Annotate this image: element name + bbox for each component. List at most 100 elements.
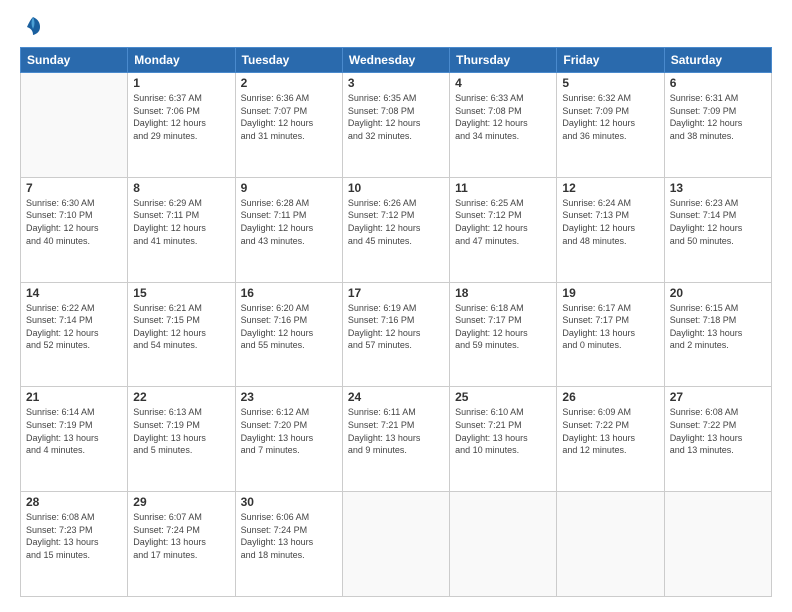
logo-icon (22, 15, 44, 37)
calendar-cell: 6 Sunrise: 6:31 AM Sunset: 7:09 PM Daylig… (664, 73, 771, 178)
day-info: Sunrise: 6:35 AM Sunset: 7:08 PM Dayligh… (348, 92, 444, 142)
day-number: 2 (241, 76, 337, 90)
calendar-cell: 25 Sunrise: 6:10 AM Sunset: 7:21 PM Dayli… (450, 387, 557, 492)
day-number: 20 (670, 286, 766, 300)
calendar-week-4: 28 Sunrise: 6:08 AM Sunset: 7:23 PM Dayli… (21, 492, 772, 597)
calendar-cell: 10 Sunrise: 6:26 AM Sunset: 7:12 PM Dayli… (342, 177, 449, 282)
calendar-cell: 18 Sunrise: 6:18 AM Sunset: 7:17 PM Dayli… (450, 282, 557, 387)
day-info: Sunrise: 6:20 AM Sunset: 7:16 PM Dayligh… (241, 302, 337, 352)
day-number: 30 (241, 495, 337, 509)
logo (20, 15, 44, 37)
calendar-cell: 21 Sunrise: 6:14 AM Sunset: 7:19 PM Dayli… (21, 387, 128, 492)
day-number: 14 (26, 286, 122, 300)
calendar-week-0: 1 Sunrise: 6:37 AM Sunset: 7:06 PM Daylig… (21, 73, 772, 178)
day-number: 27 (670, 390, 766, 404)
calendar-cell: 11 Sunrise: 6:25 AM Sunset: 7:12 PM Dayli… (450, 177, 557, 282)
calendar-cell: 2 Sunrise: 6:36 AM Sunset: 7:07 PM Daylig… (235, 73, 342, 178)
day-info: Sunrise: 6:26 AM Sunset: 7:12 PM Dayligh… (348, 197, 444, 247)
calendar-cell: 19 Sunrise: 6:17 AM Sunset: 7:17 PM Dayli… (557, 282, 664, 387)
day-info: Sunrise: 6:28 AM Sunset: 7:11 PM Dayligh… (241, 197, 337, 247)
calendar-cell: 7 Sunrise: 6:30 AM Sunset: 7:10 PM Daylig… (21, 177, 128, 282)
day-info: Sunrise: 6:21 AM Sunset: 7:15 PM Dayligh… (133, 302, 229, 352)
calendar-cell: 1 Sunrise: 6:37 AM Sunset: 7:06 PM Daylig… (128, 73, 235, 178)
calendar-week-2: 14 Sunrise: 6:22 AM Sunset: 7:14 PM Dayli… (21, 282, 772, 387)
calendar-cell: 4 Sunrise: 6:33 AM Sunset: 7:08 PM Daylig… (450, 73, 557, 178)
day-number: 15 (133, 286, 229, 300)
day-number: 29 (133, 495, 229, 509)
calendar-cell: 15 Sunrise: 6:21 AM Sunset: 7:15 PM Dayli… (128, 282, 235, 387)
day-info: Sunrise: 6:22 AM Sunset: 7:14 PM Dayligh… (26, 302, 122, 352)
day-of-week-row: SundayMondayTuesdayWednesdayThursdayFrid… (21, 48, 772, 73)
day-number: 9 (241, 181, 337, 195)
day-info: Sunrise: 6:31 AM Sunset: 7:09 PM Dayligh… (670, 92, 766, 142)
day-number: 19 (562, 286, 658, 300)
day-info: Sunrise: 6:15 AM Sunset: 7:18 PM Dayligh… (670, 302, 766, 352)
calendar-cell: 22 Sunrise: 6:13 AM Sunset: 7:19 PM Dayli… (128, 387, 235, 492)
day-info: Sunrise: 6:29 AM Sunset: 7:11 PM Dayligh… (133, 197, 229, 247)
day-info: Sunrise: 6:17 AM Sunset: 7:17 PM Dayligh… (562, 302, 658, 352)
day-info: Sunrise: 6:37 AM Sunset: 7:06 PM Dayligh… (133, 92, 229, 142)
day-info: Sunrise: 6:10 AM Sunset: 7:21 PM Dayligh… (455, 406, 551, 456)
day-info: Sunrise: 6:32 AM Sunset: 7:09 PM Dayligh… (562, 92, 658, 142)
day-number: 5 (562, 76, 658, 90)
day-info: Sunrise: 6:30 AM Sunset: 7:10 PM Dayligh… (26, 197, 122, 247)
calendar-week-1: 7 Sunrise: 6:30 AM Sunset: 7:10 PM Daylig… (21, 177, 772, 282)
day-number: 3 (348, 76, 444, 90)
day-number: 25 (455, 390, 551, 404)
dow-header-monday: Monday (128, 48, 235, 73)
day-info: Sunrise: 6:24 AM Sunset: 7:13 PM Dayligh… (562, 197, 658, 247)
day-number: 17 (348, 286, 444, 300)
day-number: 23 (241, 390, 337, 404)
day-number: 10 (348, 181, 444, 195)
calendar-cell: 9 Sunrise: 6:28 AM Sunset: 7:11 PM Daylig… (235, 177, 342, 282)
day-info: Sunrise: 6:19 AM Sunset: 7:16 PM Dayligh… (348, 302, 444, 352)
day-number: 21 (26, 390, 122, 404)
calendar-cell: 12Sunrise: 6:24 AM Sunset: 7:13 PM Dayli… (557, 177, 664, 282)
day-number: 16 (241, 286, 337, 300)
calendar-cell: 8Sunrise: 6:29 AM Sunset: 7:11 PM Daylig… (128, 177, 235, 282)
page: SundayMondayTuesdayWednesdayThursdayFrid… (0, 0, 792, 612)
day-number: 13 (670, 181, 766, 195)
calendar: SundayMondayTuesdayWednesdayThursdayFrid… (20, 47, 772, 597)
header (20, 15, 772, 37)
day-number: 28 (26, 495, 122, 509)
day-info: Sunrise: 6:18 AM Sunset: 7:17 PM Dayligh… (455, 302, 551, 352)
day-number: 7 (26, 181, 122, 195)
calendar-cell: 28 Sunrise: 6:08 AM Sunset: 7:23 PM Dayli… (21, 492, 128, 597)
day-info: Sunrise: 6:25 AM Sunset: 7:12 PM Dayligh… (455, 197, 551, 247)
calendar-cell: 26 Sunrise: 6:09 AM Sunset: 7:22 PM Dayli… (557, 387, 664, 492)
calendar-cell: 3 Sunrise: 6:35 AM Sunset: 7:08 PM Daylig… (342, 73, 449, 178)
calendar-cell (342, 492, 449, 597)
dow-header-tuesday: Tuesday (235, 48, 342, 73)
day-info: Sunrise: 6:14 AM Sunset: 7:19 PM Dayligh… (26, 406, 122, 456)
day-number: 22 (133, 390, 229, 404)
day-info: Sunrise: 6:06 AM Sunset: 7:24 PM Dayligh… (241, 511, 337, 561)
day-number: 18 (455, 286, 551, 300)
day-number: 1 (133, 76, 229, 90)
day-info: Sunrise: 6:13 AM Sunset: 7:19 PM Dayligh… (133, 406, 229, 456)
calendar-cell: 27Sunrise: 6:08 AM Sunset: 7:22 PM Dayli… (664, 387, 771, 492)
calendar-cell: 23Sunrise: 6:12 AM Sunset: 7:20 PM Dayli… (235, 387, 342, 492)
day-info: Sunrise: 6:33 AM Sunset: 7:08 PM Dayligh… (455, 92, 551, 142)
calendar-cell: 5 Sunrise: 6:32 AM Sunset: 7:09 PM Daylig… (557, 73, 664, 178)
day-number: 6 (670, 76, 766, 90)
day-info: Sunrise: 6:09 AM Sunset: 7:22 PM Dayligh… (562, 406, 658, 456)
calendar-week-3: 21 Sunrise: 6:14 AM Sunset: 7:19 PM Dayli… (21, 387, 772, 492)
calendar-cell: 16 Sunrise: 6:20 AM Sunset: 7:16 PM Dayli… (235, 282, 342, 387)
day-info: Sunrise: 6:08 AM Sunset: 7:23 PM Dayligh… (26, 511, 122, 561)
day-number: 4 (455, 76, 551, 90)
calendar-cell: 14 Sunrise: 6:22 AM Sunset: 7:14 PM Dayli… (21, 282, 128, 387)
day-number: 24 (348, 390, 444, 404)
calendar-cell: 29Sunrise: 6:07 AM Sunset: 7:24 PM Dayli… (128, 492, 235, 597)
dow-header-saturday: Saturday (664, 48, 771, 73)
calendar-cell: 17 Sunrise: 6:19 AM Sunset: 7:16 PM Dayli… (342, 282, 449, 387)
calendar-cell: 30 Sunrise: 6:06 AM Sunset: 7:24 PM Dayli… (235, 492, 342, 597)
dow-header-friday: Friday (557, 48, 664, 73)
day-number: 26 (562, 390, 658, 404)
day-info: Sunrise: 6:36 AM Sunset: 7:07 PM Dayligh… (241, 92, 337, 142)
day-info: Sunrise: 6:23 AM Sunset: 7:14 PM Dayligh… (670, 197, 766, 247)
day-info: Sunrise: 6:11 AM Sunset: 7:21 PM Dayligh… (348, 406, 444, 456)
dow-header-wednesday: Wednesday (342, 48, 449, 73)
day-number: 11 (455, 181, 551, 195)
calendar-body: 1 Sunrise: 6:37 AM Sunset: 7:06 PM Daylig… (21, 73, 772, 597)
